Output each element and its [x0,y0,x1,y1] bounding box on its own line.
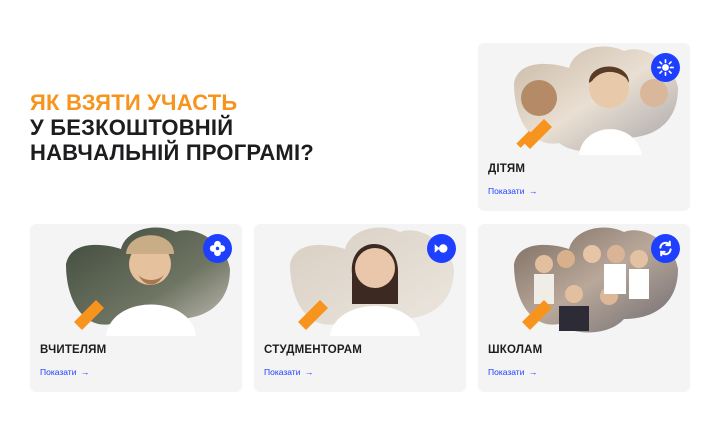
sun-icon [651,53,680,82]
show-more-label: Показати [488,367,525,377]
card-kids[interactable]: Дітям Показати → [478,43,690,211]
show-more-link[interactable]: Показати → [40,367,89,377]
fish-icon [427,234,456,263]
card-title: Вчителям [40,344,107,356]
card-teachers[interactable]: Вчителям Показати → [30,224,242,392]
card-title: Школам [488,344,543,356]
show-more-link[interactable]: Показати → [488,367,537,377]
plus-flower-icon [203,234,232,263]
show-more-label: Показати [488,186,525,196]
show-more-label: Показати [40,367,77,377]
refresh-icon [651,234,680,263]
show-more-link[interactable]: Показати → [488,186,537,196]
arrow-right-icon: → [528,367,538,377]
card-student-mentors[interactable]: Студменторам Показати → [254,224,466,392]
show-more-link[interactable]: Показати → [264,367,313,377]
page-heading: Як взяти участь у безкоштовній навчальні… [30,90,450,165]
card-schools[interactable]: Школам Показати → [478,224,690,392]
heading-line-3: навчальній програмі? [30,140,314,165]
heading-line-1: Як взяти участь [30,90,238,115]
arrow-right-icon: → [80,367,90,377]
arrow-right-icon: → [304,367,314,377]
card-title: Студменторам [264,344,362,356]
heading-line-2: у безкоштовній [30,115,234,140]
card-title: Дітям [488,163,526,175]
show-more-label: Показати [264,367,301,377]
arrow-right-icon: → [528,186,538,196]
